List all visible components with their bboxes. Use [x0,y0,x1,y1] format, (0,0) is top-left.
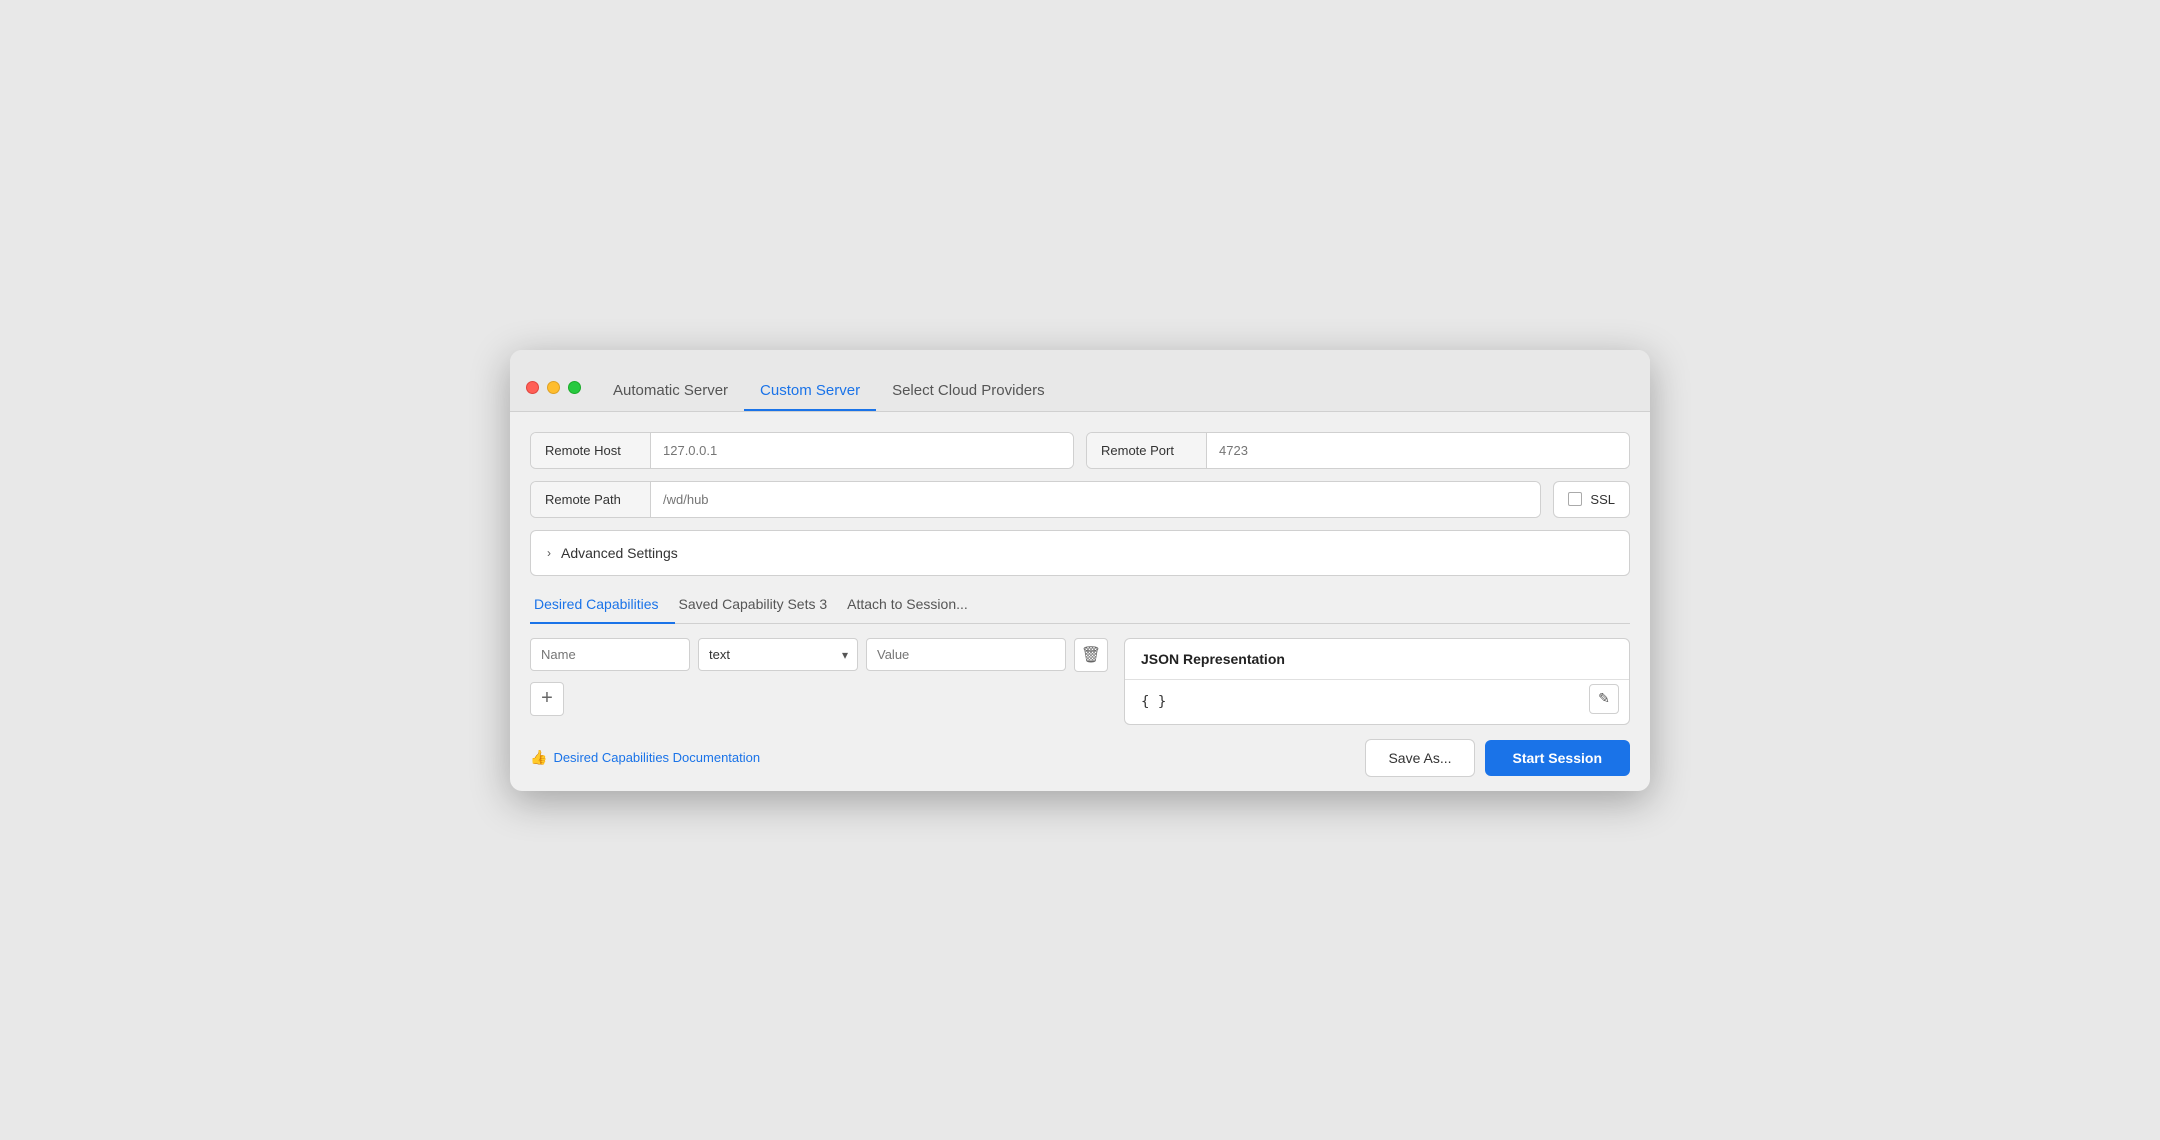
path-ssl-row: Remote Path SSL [530,481,1630,518]
tab-custom-server[interactable]: Custom Server [744,374,876,411]
capability-delete-button[interactable]: 🗑 [1074,638,1108,672]
capability-row: text boolean number object json 🗑 [530,638,1110,672]
json-content: { } [1141,694,1166,710]
tab-saved-capability-sets[interactable]: Saved Capability Sets 3 [675,588,844,624]
json-panel: JSON Representation { } ✎ [1124,638,1630,725]
capability-tabs: Desired Capabilities Saved Capability Se… [530,588,1630,624]
remote-path-label: Remote Path [531,482,651,517]
json-body: { } ✎ [1125,680,1629,724]
tab-automatic-server[interactable]: Automatic Server [609,374,744,411]
json-edit-button[interactable]: ✎ [1589,684,1619,714]
remote-host-field: Remote Host [530,432,1074,469]
app-window: Automatic Server Custom Server Select Cl… [510,350,1650,791]
advanced-settings-toggle[interactable]: › Advanced Settings [530,530,1630,576]
maximize-button[interactable] [568,381,581,394]
advanced-settings-label: Advanced Settings [561,545,678,561]
host-port-row: Remote Host Remote Port [530,432,1630,469]
remote-host-label: Remote Host [531,433,651,468]
remote-host-input[interactable] [651,433,1073,468]
plus-icon: + [541,687,553,710]
thumbs-up-icon: 👍 [530,749,547,766]
tab-attach-to-session[interactable]: Attach to Session... [843,588,984,624]
capability-inputs: text boolean number object json 🗑 [530,638,1110,725]
capability-value-input[interactable] [866,638,1066,671]
doc-link[interactable]: 👍 Desired Capabilities Documentation [530,749,760,766]
tab-cloud-providers[interactable]: Select Cloud Providers [876,374,1061,411]
ssl-field: SSL [1553,481,1630,518]
capabilities-section: Desired Capabilities Saved Capability Se… [530,588,1630,725]
remote-path-field: Remote Path [530,481,1541,518]
tab-desired-capabilities[interactable]: Desired Capabilities [530,588,675,624]
titlebar: Automatic Server Custom Server Select Cl… [510,350,1650,412]
save-as-button[interactable]: Save As... [1365,739,1474,777]
capability-add-button[interactable]: + [530,682,564,716]
close-button[interactable] [526,381,539,394]
capability-name-input[interactable] [530,638,690,671]
server-tabs: Automatic Server Custom Server Select Cl… [589,374,1081,411]
minimize-button[interactable] [547,381,560,394]
start-session-button[interactable]: Start Session [1485,740,1630,776]
trash-icon: 🗑 [1081,645,1101,665]
doc-link-label: Desired Capabilities Documentation [553,750,760,765]
main-content: Remote Host Remote Port Remote Path SSL … [510,412,1650,725]
remote-port-field: Remote Port [1086,432,1630,469]
capability-type-wrapper: text boolean number object json [698,638,858,671]
remote-port-label: Remote Port [1087,433,1207,468]
chevron-right-icon: › [547,546,551,560]
footer-buttons: Save As... Start Session [1365,739,1630,777]
capability-body: text boolean number object json 🗑 [530,638,1630,725]
ssl-label: SSL [1590,492,1615,507]
ssl-checkbox[interactable] [1568,492,1582,506]
remote-port-input[interactable] [1207,433,1629,468]
remote-path-input[interactable] [651,482,1540,517]
edit-icon: ✎ [1598,690,1610,707]
capability-type-select[interactable]: text boolean number object json [698,638,858,671]
json-representation-header: JSON Representation [1125,639,1629,680]
footer: 👍 Desired Capabilities Documentation Sav… [510,725,1650,791]
